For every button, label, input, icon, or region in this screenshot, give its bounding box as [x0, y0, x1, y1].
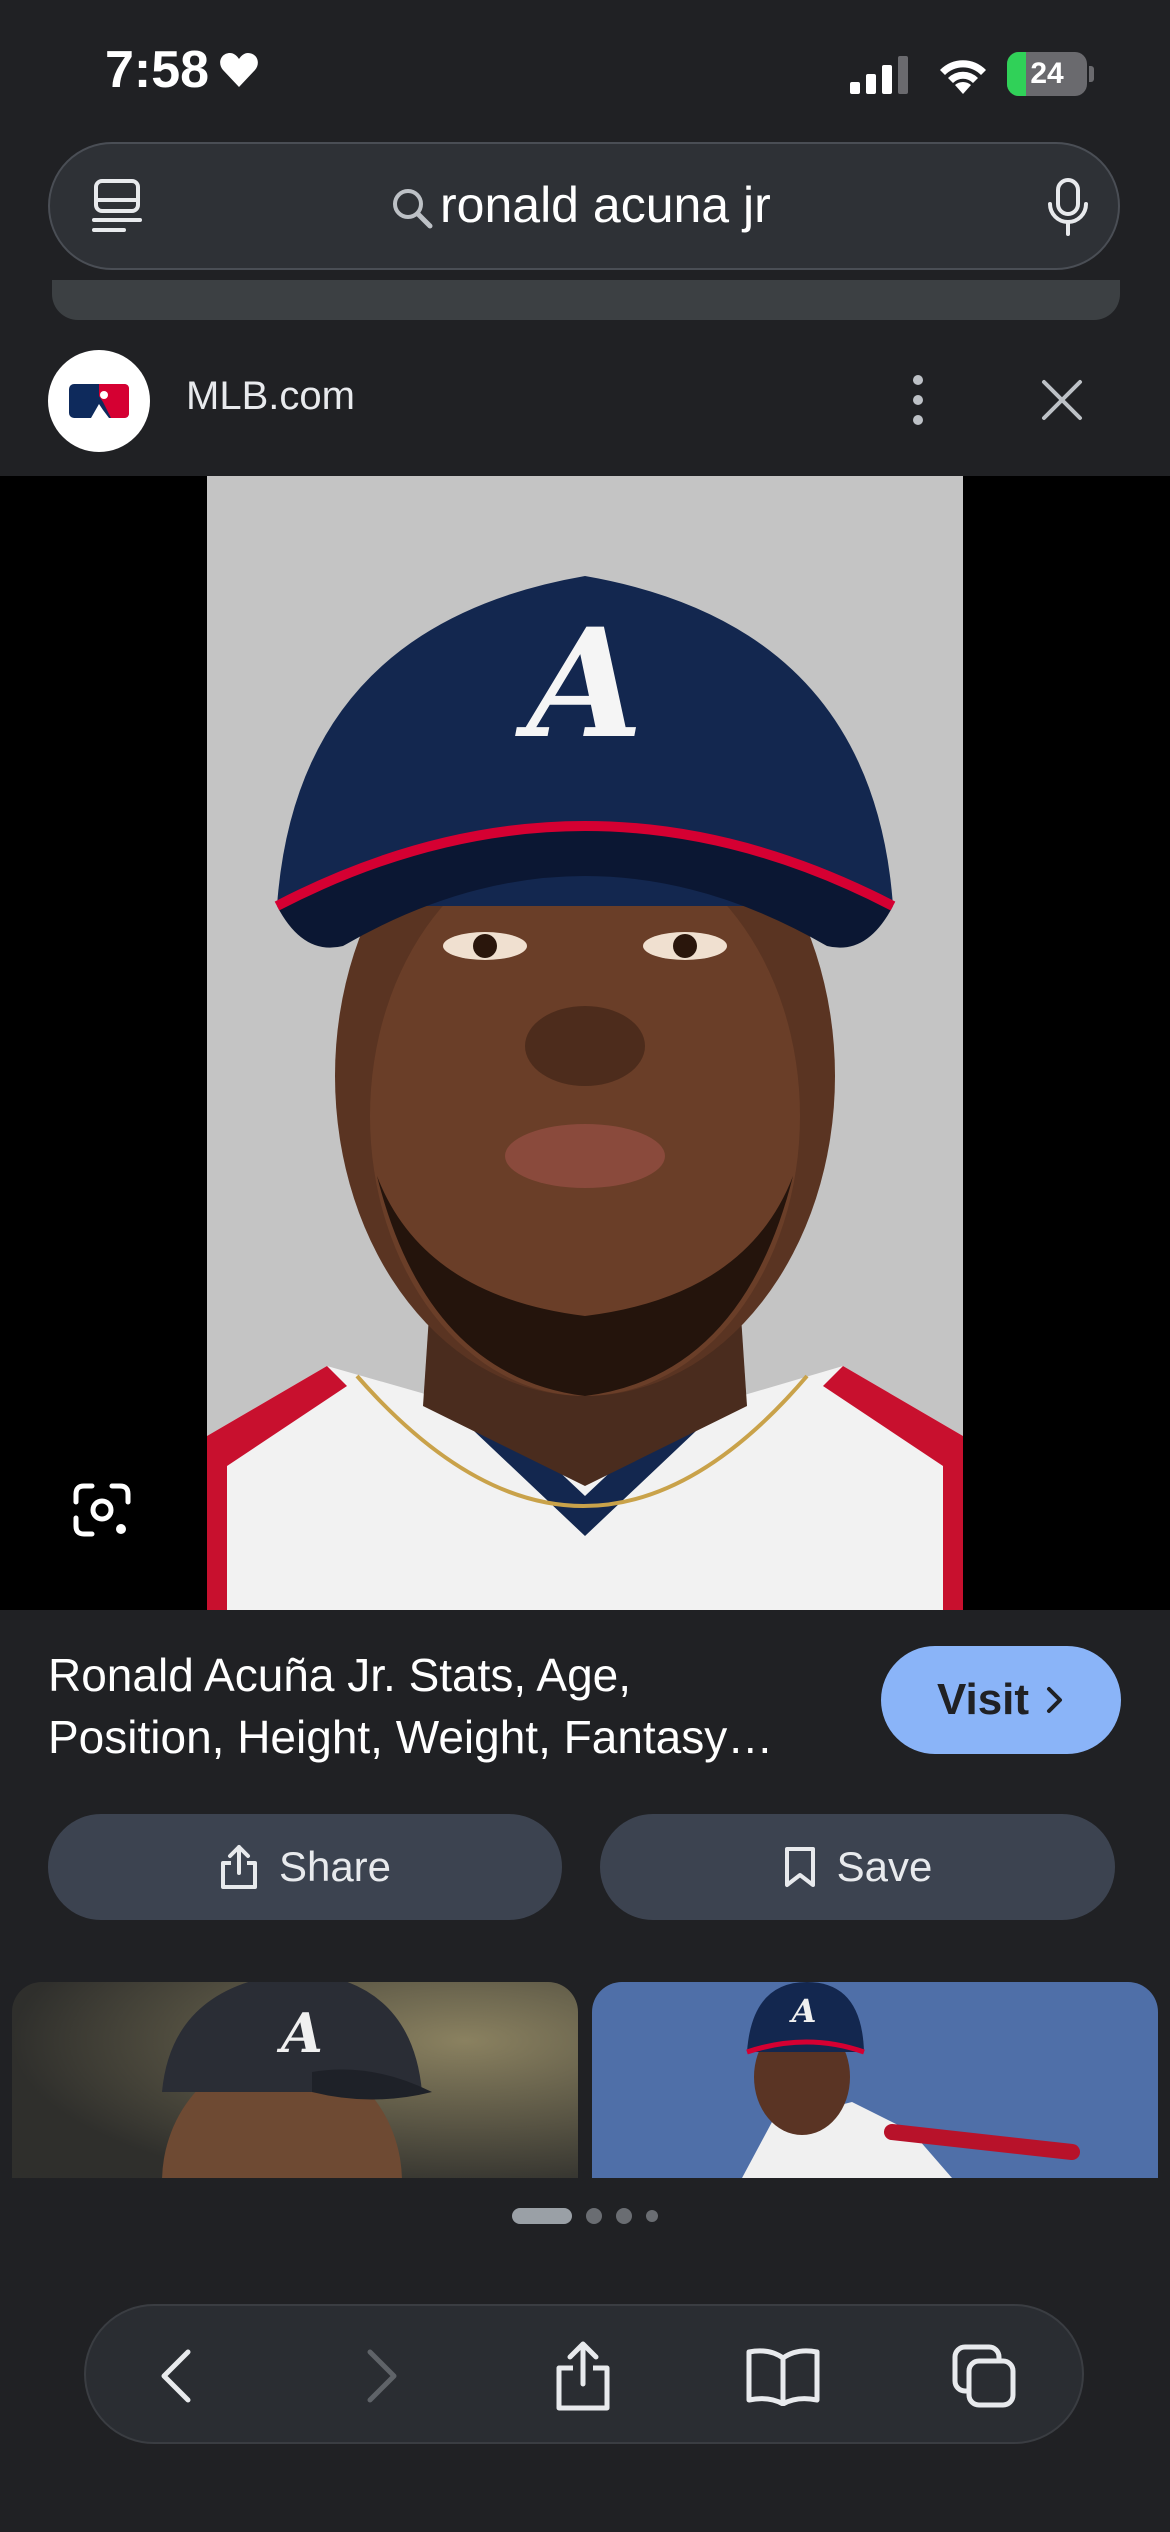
mic-icon[interactable] [1046, 178, 1090, 238]
visit-button[interactable]: Visit [881, 1646, 1121, 1754]
svg-text:A: A [789, 1992, 817, 2030]
mlb-logo[interactable] [48, 350, 150, 452]
forward-button[interactable] [342, 2336, 422, 2416]
pager-dot [586, 2208, 602, 2224]
back-icon [161, 2349, 191, 2403]
chevron-right-icon [1047, 1687, 1063, 1713]
close-icon[interactable] [1040, 378, 1084, 422]
heart-icon [220, 53, 258, 87]
player-headshot-image[interactable]: A [207, 476, 963, 1610]
tabs-icon[interactable] [90, 178, 144, 234]
more-options-icon[interactable] [900, 372, 936, 428]
battery-cap [1089, 66, 1094, 82]
google-lens-icon[interactable] [72, 1480, 132, 1540]
visit-label: Visit [936, 1675, 1030, 1724]
save-label: Save [836, 1843, 933, 1890]
battery-percent: 24 [1030, 57, 1064, 90]
pager-dot [646, 2210, 658, 2222]
pager-dot [616, 2208, 632, 2224]
time-text: 7:58 [105, 41, 210, 99]
share-label: Share [278, 1843, 392, 1890]
stacked-search-bar [52, 280, 1120, 320]
share-toolbar-button[interactable] [543, 2336, 623, 2416]
bookmark-icon [784, 1847, 815, 1887]
carousel-pager [0, 2204, 1170, 2228]
signal-icon [850, 56, 908, 94]
svg-text:A: A [515, 596, 643, 772]
bookmarks-icon [746, 2348, 820, 2406]
share-icon [556, 2341, 610, 2411]
search-icon [393, 189, 433, 229]
tabs-overview-button[interactable] [944, 2336, 1024, 2416]
battery-charging-icon: 24 [1007, 52, 1087, 96]
share-icon [220, 1845, 257, 1889]
save-button[interactable]: Save [600, 1814, 1115, 1920]
forward-icon [367, 2349, 397, 2403]
result-title-line2[interactable]: Position, Height, Weight, Fantasy… [48, 1706, 848, 1768]
result-title-line1[interactable]: Ronald Acuña Jr. Stats, Age, [48, 1644, 848, 1706]
tabs-overview-icon [952, 2344, 1016, 2408]
back-button[interactable] [136, 2336, 216, 2416]
status-time: 7:58 [105, 40, 259, 100]
pager-dot [512, 2208, 572, 2224]
svg-text:A: A [276, 2001, 323, 2065]
bookmarks-button[interactable] [743, 2336, 823, 2416]
wifi-icon [940, 60, 986, 94]
search-query-text[interactable]: ronald acuna jr [440, 176, 771, 234]
result-title[interactable]: Ronald Acuña Jr. Stats, Age, Position, H… [48, 1644, 848, 1768]
related-image-thumbnail[interactable]: A [592, 1982, 1158, 2178]
related-image-thumbnail[interactable]: A [12, 1982, 578, 2178]
share-button[interactable]: Share [48, 1814, 562, 1920]
source-name[interactable]: MLB.com [186, 374, 355, 419]
